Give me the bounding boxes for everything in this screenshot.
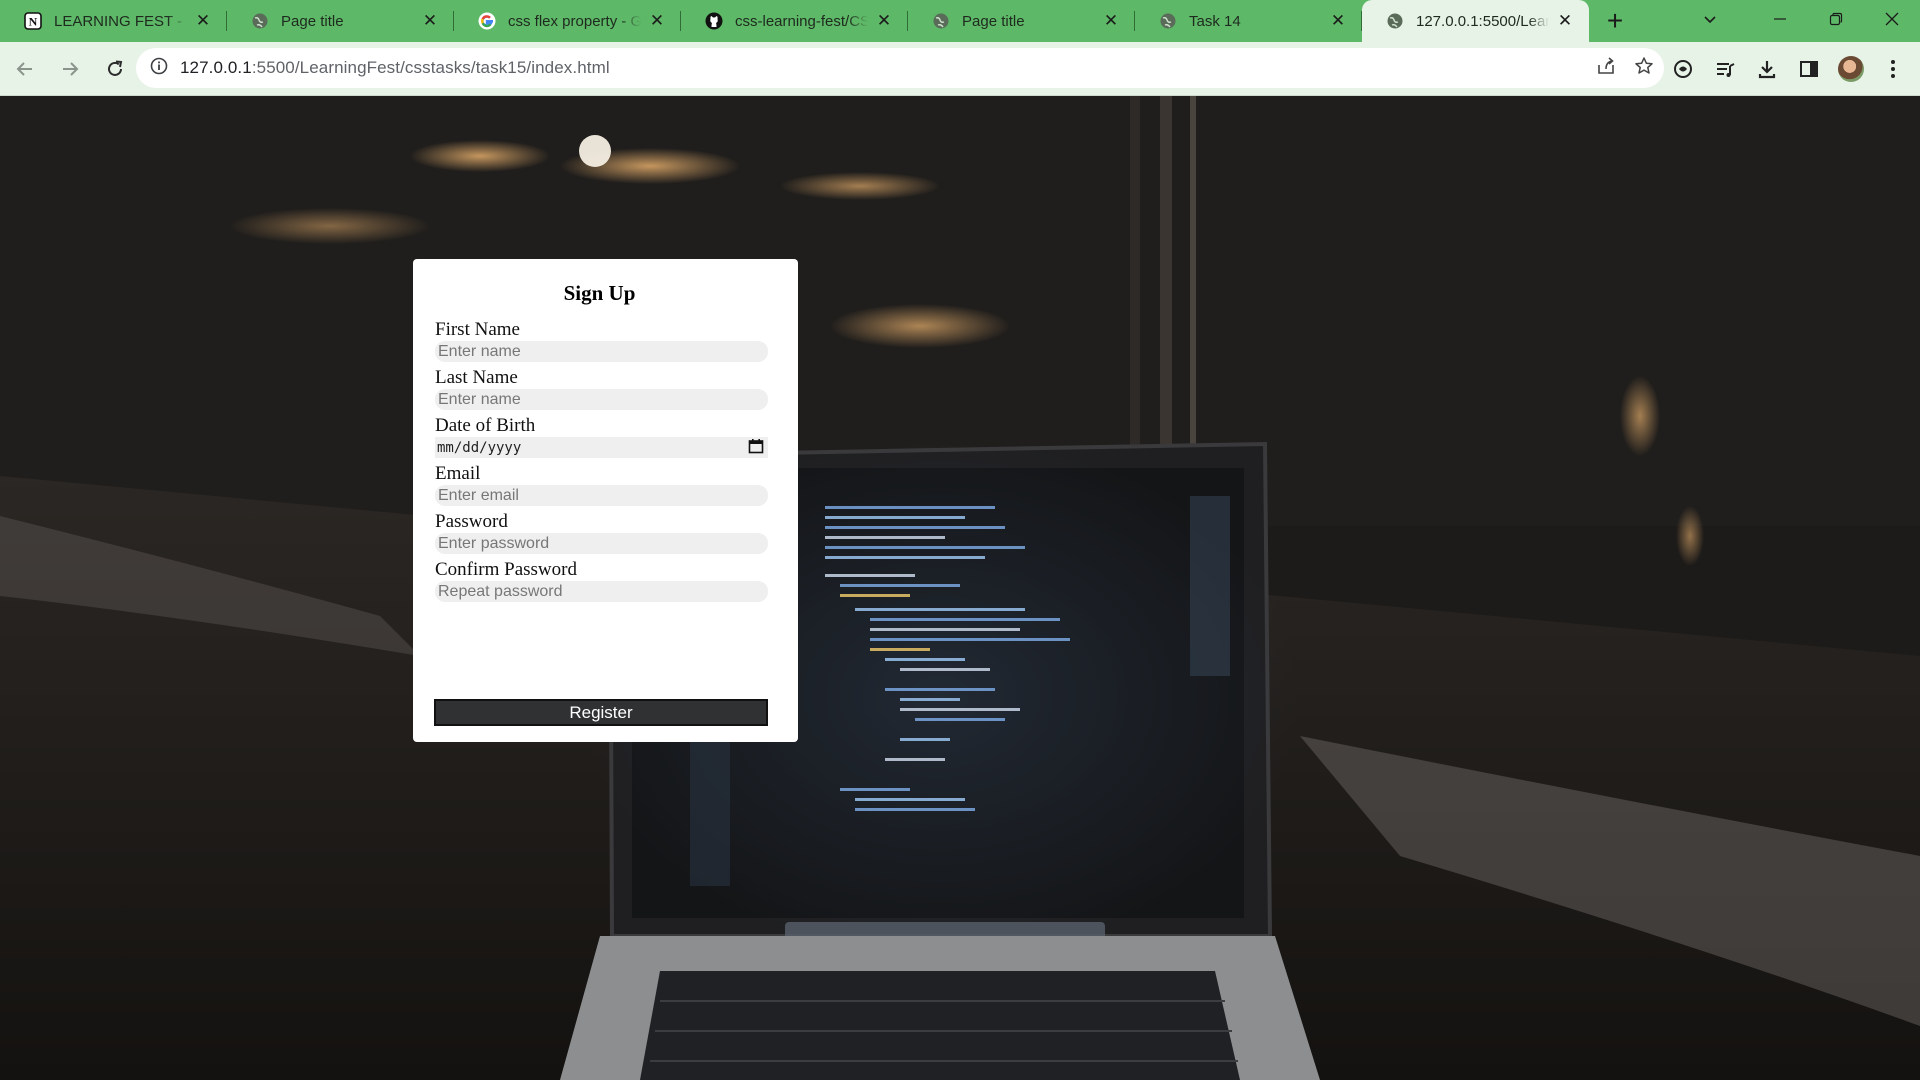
globe-icon — [932, 12, 950, 30]
page-viewport: Sign Up First Name Enter name Last Name … — [0, 96, 1920, 1080]
more-menu-icon[interactable] — [1874, 50, 1912, 88]
github-icon — [705, 12, 723, 30]
browser-toolbar: 127.0.0.1:5500/LearningFest/csstasks/tas… — [0, 42, 1920, 96]
form-heading: Sign Up — [563, 281, 636, 305]
dob-field: Date of Birth mm/dd/yyyy — [435, 415, 776, 458]
dob-placeholder: mm/dd/yyyy — [437, 439, 522, 456]
background-photo-laptop — [0, 96, 1920, 1080]
tab-search-chevron-icon[interactable] — [1682, 0, 1738, 38]
tab-active-localhost[interactable]: 127.0.0.1:5500/Learn ✕ — [1362, 0, 1589, 42]
dob-input[interactable]: mm/dd/yyyy — [435, 437, 768, 458]
first-name-label: First Name — [435, 319, 520, 340]
email-label: Email — [435, 463, 481, 484]
tab-title: css flex property - Go — [508, 12, 641, 30]
restore-icon[interactable] — [1808, 0, 1864, 38]
tab-title: css-learning-fest/CSS — [735, 12, 868, 30]
tab-learning-fest[interactable]: N LEARNING FEST - WE ✕ — [0, 0, 227, 42]
close-tab-icon[interactable]: ✕ — [1101, 11, 1121, 31]
forward-arrow-icon[interactable] — [50, 49, 90, 89]
calendar-icon[interactable] — [748, 438, 764, 458]
password-input[interactable]: Enter password — [435, 533, 768, 554]
google-icon — [478, 12, 496, 30]
tab-title: 127.0.0.1:5500/Learn — [1416, 12, 1549, 30]
last-name-field: Last Name Enter name — [435, 367, 776, 410]
url-text: 127.0.0.1:5500/LearningFest/csstasks/tas… — [180, 58, 610, 78]
tab-title: Task 14 — [1189, 12, 1241, 30]
close-tab-icon[interactable]: ✕ — [193, 11, 213, 31]
back-arrow-icon[interactable] — [5, 49, 45, 89]
close-window-icon[interactable] — [1864, 0, 1920, 38]
share-icon[interactable] — [1596, 56, 1616, 81]
omnibox-actions — [1596, 48, 1654, 88]
bookmark-star-icon[interactable] — [1634, 56, 1654, 81]
close-tab-icon[interactable]: ✕ — [874, 11, 894, 31]
password-field: Password Enter password — [435, 511, 776, 554]
tab-title: Page title — [281, 12, 344, 30]
register-button[interactable]: Register — [434, 699, 768, 726]
dob-label: Date of Birth — [435, 415, 536, 436]
tab-github-css-learning-fest[interactable]: css-learning-fest/CSS ✕ — [681, 0, 908, 42]
globe-icon — [1159, 12, 1177, 30]
minimize-icon[interactable] — [1752, 0, 1808, 38]
password-label: Password — [435, 511, 508, 532]
notion-icon: N — [24, 12, 42, 30]
confirm-password-field: Confirm Password Repeat password — [435, 559, 776, 602]
tab-css-flex-google[interactable]: css flex property - Go ✕ — [454, 0, 681, 42]
email-input[interactable]: Enter email — [435, 485, 768, 506]
tab-page-title-1[interactable]: Page title ✕ — [227, 0, 454, 42]
email-field: Email Enter email — [435, 463, 776, 506]
svg-text:N: N — [29, 15, 38, 29]
url-path: :5500/LearningFest/csstasks/task15/index… — [251, 58, 610, 77]
toolbar-right-icons — [1664, 49, 1912, 89]
first-name-field: First Name Enter name — [435, 319, 776, 362]
last-name-input[interactable]: Enter name — [435, 389, 768, 410]
window-controls — [1752, 0, 1920, 42]
reload-icon[interactable] — [95, 49, 135, 89]
globe-icon — [1386, 12, 1404, 30]
confirm-password-input[interactable]: Repeat password — [435, 581, 768, 602]
close-tab-icon[interactable]: ✕ — [1328, 11, 1348, 31]
new-tab-button[interactable]: + — [1595, 0, 1635, 42]
tab-page-title-2[interactable]: Page title ✕ — [908, 0, 1135, 42]
extension-icon[interactable] — [1664, 50, 1702, 88]
tab-title: Page title — [962, 12, 1025, 30]
tab-task-14[interactable]: Task 14 ✕ — [1135, 0, 1362, 42]
close-tab-icon[interactable]: ✕ — [1555, 11, 1575, 31]
profile-avatar[interactable] — [1832, 50, 1870, 88]
first-name-input[interactable]: Enter name — [435, 341, 768, 362]
reading-list-icon[interactable] — [1706, 50, 1744, 88]
tab-strip: N LEARNING FEST - WE ✕ Page title ✕ css … — [0, 0, 1920, 42]
side-panel-icon[interactable] — [1790, 50, 1828, 88]
url-host: 127.0.0.1 — [180, 58, 252, 77]
close-tab-icon[interactable]: ✕ — [647, 11, 667, 31]
signup-form-card: Sign Up First Name Enter name Last Name … — [413, 259, 798, 742]
confirm-password-label: Confirm Password — [435, 559, 577, 580]
last-name-label: Last Name — [435, 367, 518, 388]
address-bar[interactable]: 127.0.0.1:5500/LearningFest/csstasks/tas… — [136, 48, 1664, 88]
globe-icon — [251, 12, 269, 30]
site-info-icon[interactable] — [150, 57, 168, 80]
download-icon[interactable] — [1748, 50, 1786, 88]
close-tab-icon[interactable]: ✕ — [420, 11, 440, 31]
tab-title: LEARNING FEST - WE — [54, 12, 187, 30]
